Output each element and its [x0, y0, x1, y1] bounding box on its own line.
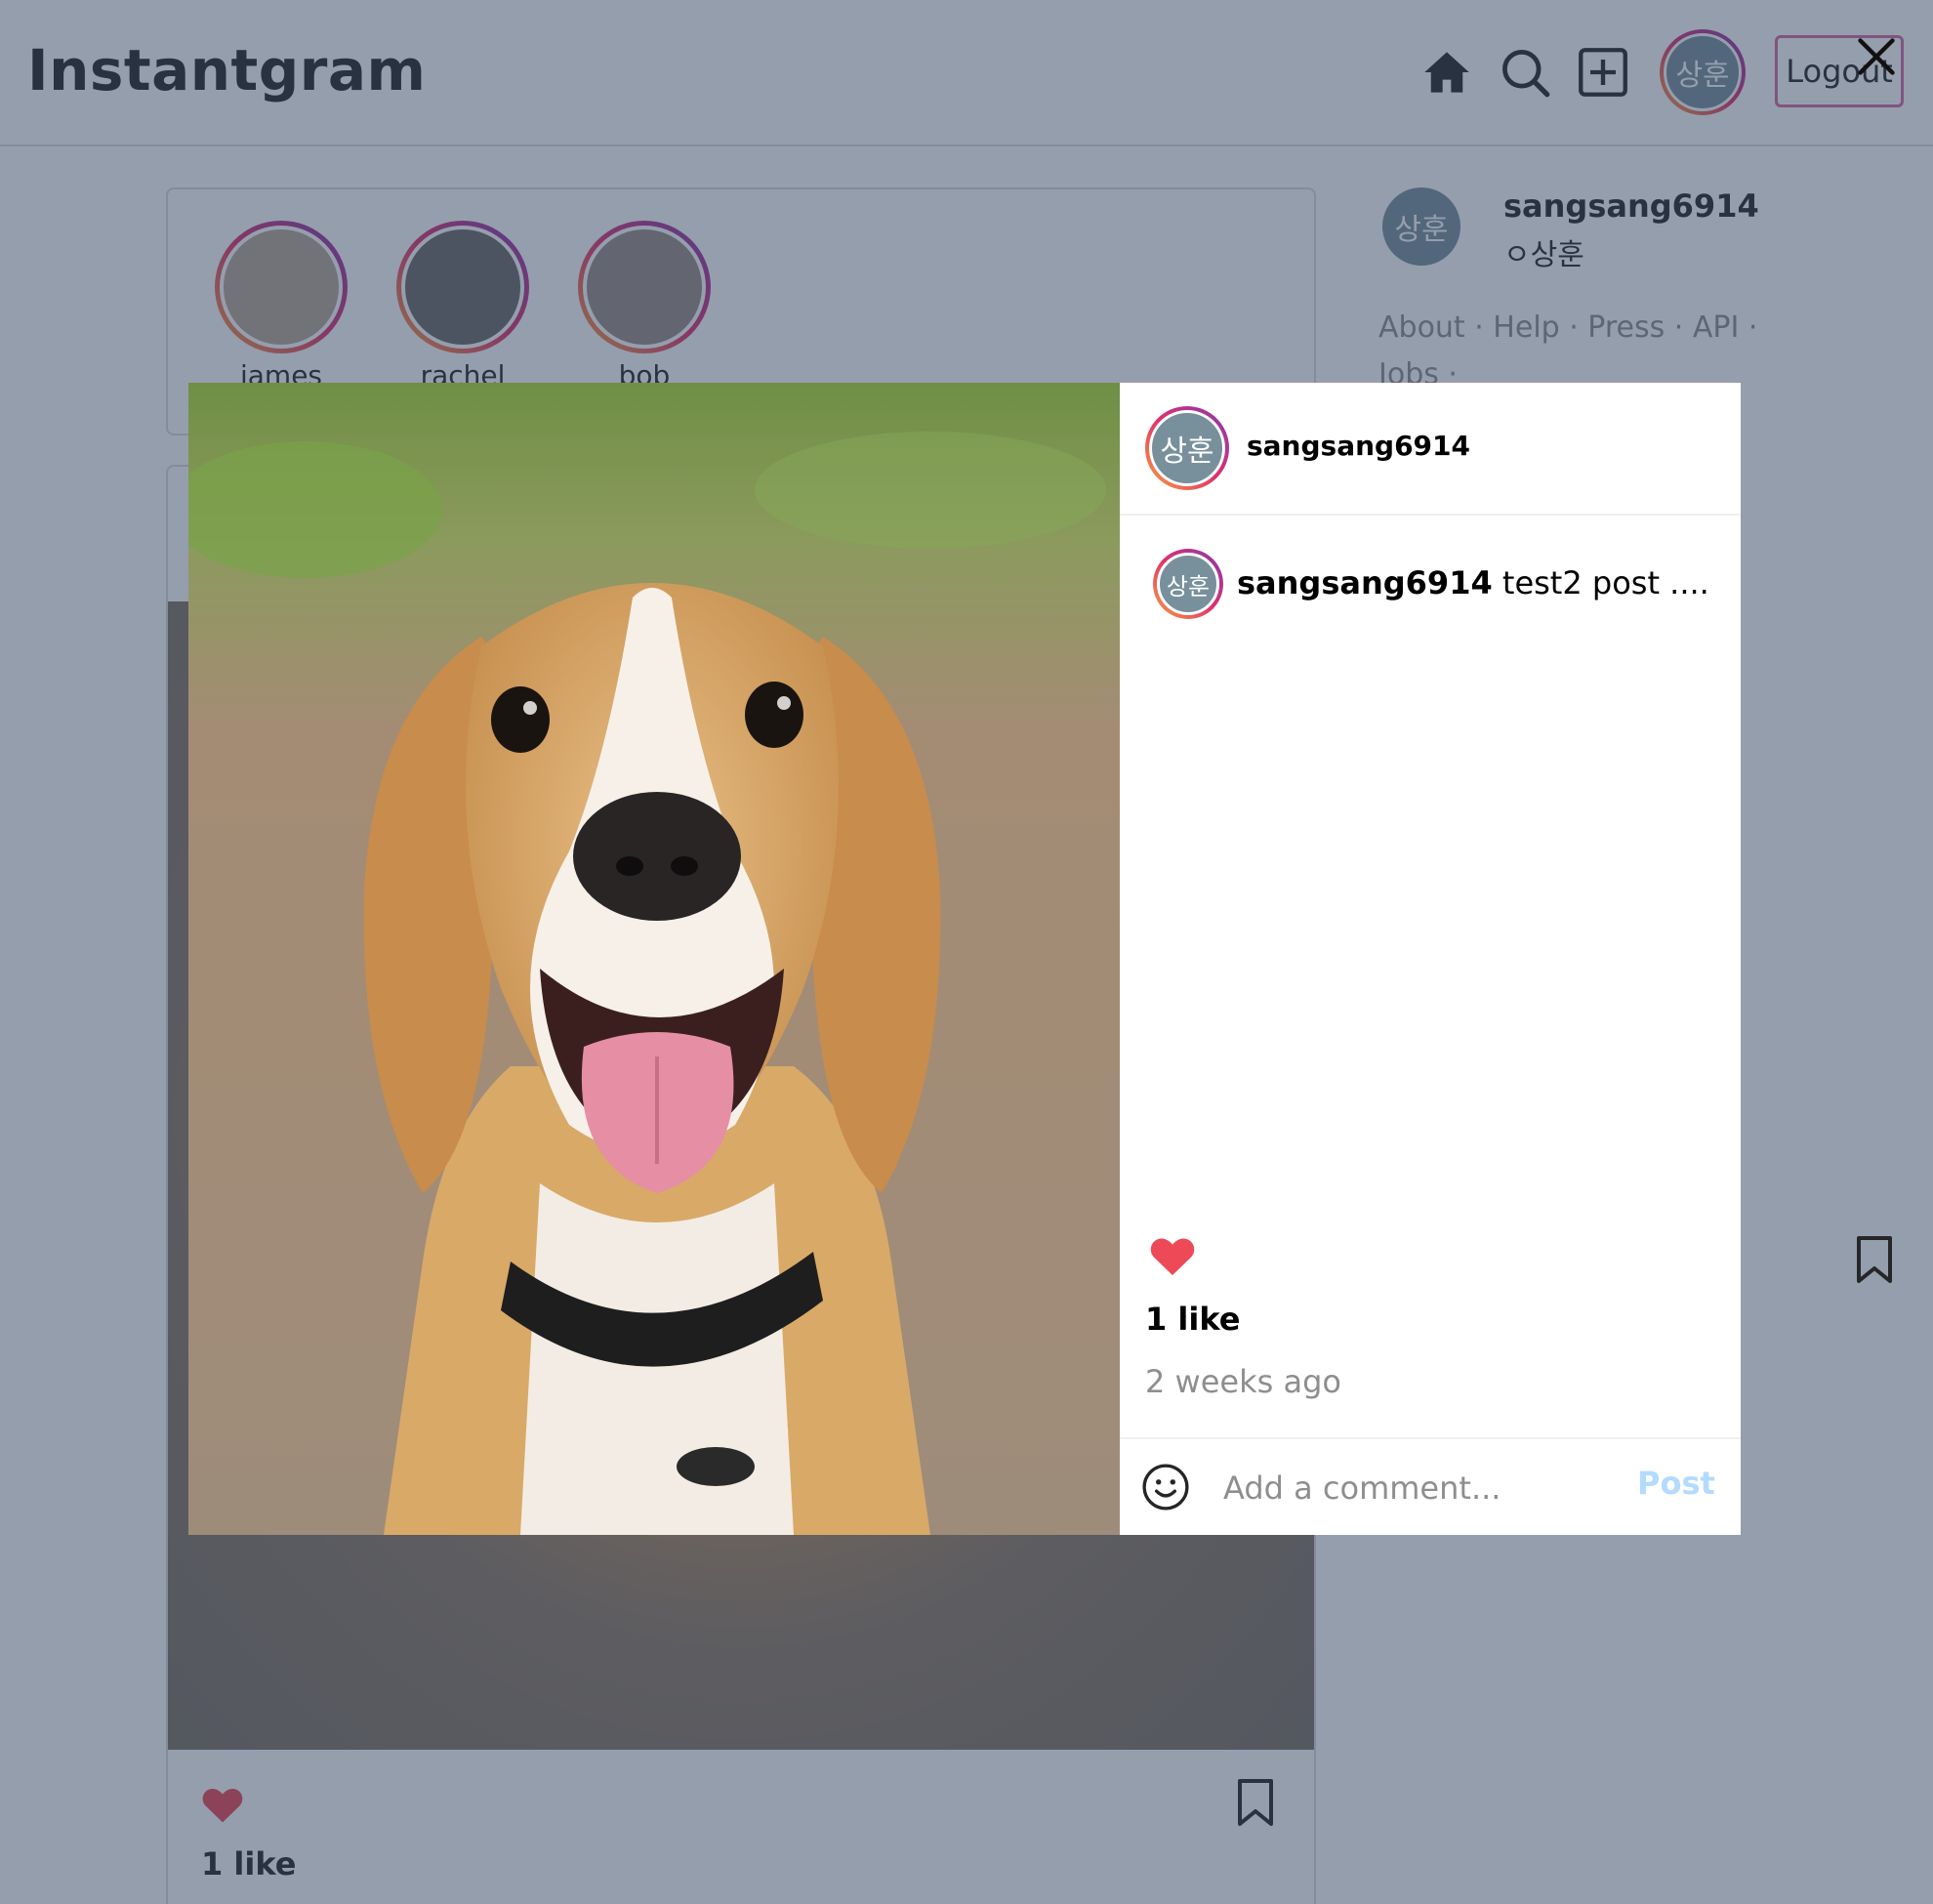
caption-avatar[interactable]: 상훈: [1153, 549, 1223, 619]
post-comment-button[interactable]: Post: [1637, 1465, 1715, 1502]
comment-bar: Post: [1120, 1437, 1741, 1535]
like-count[interactable]: 1 like: [1145, 1301, 1240, 1338]
author-username[interactable]: sangsang6914: [1247, 430, 1470, 462]
dog-photo: [188, 383, 1120, 1535]
post-timestamp: 2 weeks ago: [1145, 1363, 1341, 1400]
caption-username[interactable]: sangsang6914: [1237, 564, 1493, 601]
post-header: 상훈 sangsang6914: [1120, 383, 1741, 516]
author-avatar[interactable]: 상훈: [1145, 406, 1229, 490]
author-avatar-text: 상훈: [1149, 410, 1225, 486]
caption-avatar-text: 상훈: [1157, 553, 1219, 615]
comment-input[interactable]: [1223, 1459, 1614, 1517]
post-modal: 상훈 sangsang6914 상훈 sangsang6914 test2 po…: [188, 383, 1892, 1535]
emoji-icon[interactable]: [1141, 1463, 1190, 1511]
post-image[interactable]: [188, 383, 1120, 1535]
caption-text: test2 post ....: [1492, 564, 1709, 601]
close-icon[interactable]: [1855, 35, 1898, 78]
heart-icon[interactable]: [1149, 1234, 1196, 1277]
post-caption: sangsang6914 test2 post ....: [1237, 564, 1709, 601]
post-detail-panel: 상훈 sangsang6914 상훈 sangsang6914 test2 po…: [1120, 383, 1892, 1535]
bookmark-icon[interactable]: [1854, 1234, 1895, 1285]
